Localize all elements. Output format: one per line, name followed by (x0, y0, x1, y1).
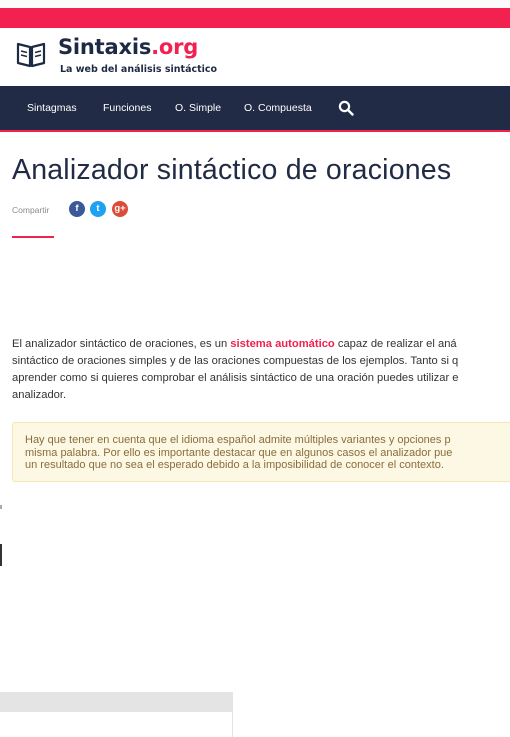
nav-item-sintagmas[interactable]: Sintagmas (27, 102, 77, 114)
site-name-tld: .org (151, 35, 199, 59)
facebook-share-icon[interactable]: f (69, 201, 85, 217)
browser-top-strip (0, 0, 510, 8)
twitter-share-icon[interactable]: t (90, 201, 106, 217)
site-accent-bar (0, 8, 510, 28)
intro-line-1-post: capaz de realizar el aná (334, 338, 457, 350)
intro-line-2: sintáctico de oraciones simples y de las… (12, 355, 459, 367)
intro-line-3: aprender como si quieres comprobar el an… (12, 372, 459, 384)
title-underline (12, 236, 54, 238)
intro-paragraph: El analizador sintáctico de oraciones, e… (12, 336, 510, 404)
warning-notice-text: Hay que tener en cuenta que el idioma es… (25, 434, 452, 472)
googleplus-share-icon[interactable]: g+ (112, 201, 128, 217)
intro-line-4: analizador. (12, 389, 67, 401)
open-book-icon (16, 42, 46, 68)
nav-item-funciones[interactable]: Funciones (103, 102, 151, 114)
sistema-automatico-link[interactable]: sistema automático (230, 338, 334, 350)
page-title: Analizador sintáctico de oraciones (12, 154, 452, 186)
intro-line-1-pre: El analizador sintáctico de oraciones, e… (12, 338, 231, 350)
share-label: Compartir (12, 205, 50, 215)
site-tagline: La web del análisis sintáctico (60, 64, 218, 75)
nav-item-oracion-simple[interactable]: O. Simple (175, 102, 221, 114)
intro-line-1: El analizador sintáctico de oraciones, e… (12, 336, 510, 353)
notice-line-1: Hay que tener en cuenta que el idioma es… (25, 434, 451, 446)
main-nav: Sintagmas Funciones O. Simple O. Compues… (0, 86, 510, 132)
site-header: Sintaxis.org La web del análisis sintáct… (0, 28, 510, 86)
analyzer-panel-header (0, 692, 233, 712)
text-cursor-mark (0, 544, 2, 566)
analyzer-panel (0, 712, 233, 737)
warning-notice: Hay que tener en cuenta que el idioma es… (12, 422, 510, 482)
site-name: Sintaxis.org (58, 35, 198, 59)
search-icon[interactable] (338, 100, 354, 116)
nav-item-oracion-compuesta[interactable]: O. Compuesta (244, 102, 312, 114)
left-edge-marker (0, 505, 2, 509)
notice-line-3: un resultado que no sea el esperado debi… (25, 459, 444, 471)
site-name-main: Sintaxis (58, 35, 152, 59)
notice-line-2: misma palabra. Por ello es importante de… (25, 446, 453, 459)
